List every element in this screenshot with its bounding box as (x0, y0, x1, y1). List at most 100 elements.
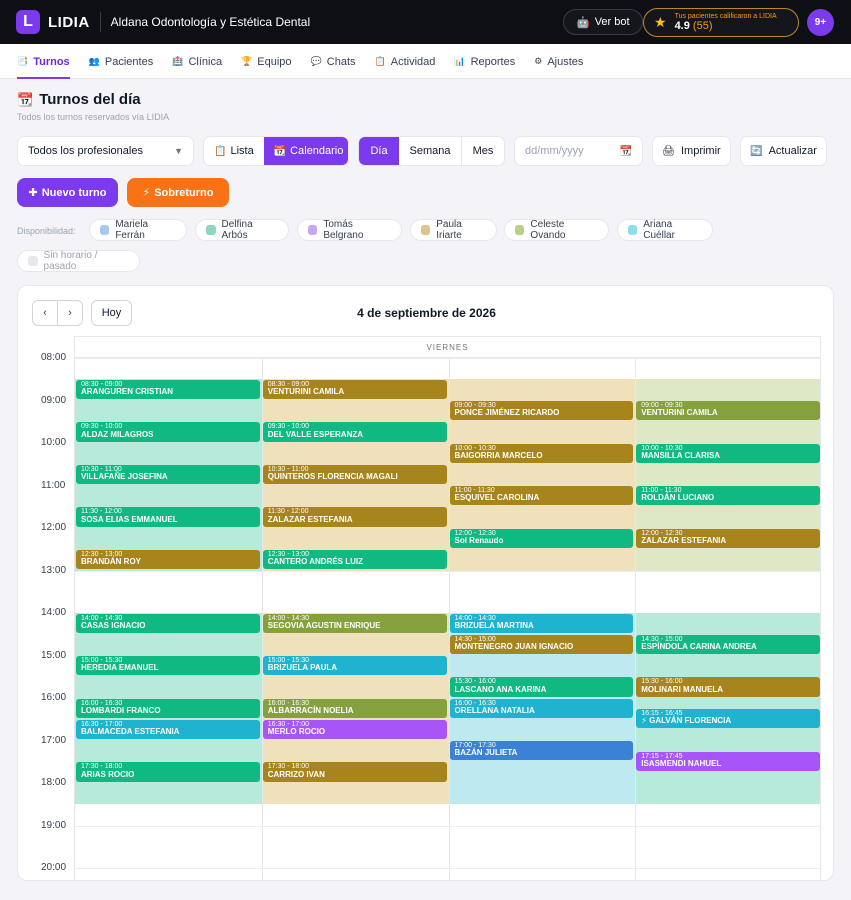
appointment-card[interactable]: 17:00 - 17:30 BAZÁN JULIETA (449, 741, 634, 761)
appointment-card[interactable]: 15:00 - 15:30 HEREDIA EMANUEL (76, 656, 260, 676)
view-calendar-button[interactable]: 📆 Calendario (263, 137, 348, 165)
print-button[interactable]: 🖨 Imprimir (652, 136, 731, 166)
appointment-card[interactable]: 16:30 - 17:00 BALMACEDA ESTEFANIA (76, 719, 260, 739)
view-list-button[interactable]: 📋 Lista (204, 137, 264, 165)
appointment-card[interactable]: 17:30 - 18:00 ARIAS ROCIO (76, 762, 260, 782)
tab-label: Actividad (390, 55, 436, 68)
appointment-card[interactable]: 09:30 - 10:00 DEL VALLE ESPERANZA (262, 422, 447, 442)
appointment-card[interactable]: 09:30 - 10:00 ALDAZ MILAGROS (76, 422, 260, 442)
overbooking-label: Sobreturno (154, 186, 214, 199)
appointment-card[interactable]: 16:15 - 16:45 ⚡ GALVÁN FLORENCIA (636, 709, 820, 729)
appointment-card[interactable]: 10:30 - 11:00 QUINTEROS FLORENCIA MAGALI (262, 464, 447, 484)
range-week-button[interactable]: Semana (399, 137, 461, 165)
tab-turnos[interactable]: 📑 Turnos (17, 44, 70, 79)
date-input[interactable]: dd/mm/yyyy 📆 (514, 136, 643, 166)
appointment-patient: ARIAS ROCIO (81, 769, 135, 779)
appointment-card[interactable]: 10:00 - 10:30 BAIGORRIA MARCELO (449, 443, 634, 463)
new-appointment-button[interactable]: ✚ Nuevo turno (17, 178, 118, 207)
page-title-text: Turnos del día (39, 91, 141, 108)
appointment-card[interactable]: 14:00 - 14:30 BRIZUELA MARTINA (449, 613, 634, 633)
appointment-card[interactable]: 14:00 - 14:30 CASAS IGNACIO (76, 613, 260, 633)
appointment-patient: BAIGORRIA MARCELO (454, 450, 543, 460)
tab-equipo[interactable]: 🏆 Equipo (241, 44, 291, 79)
availability-chip[interactable]: Paula Iriarte (410, 219, 497, 241)
appointment-card[interactable]: 12:30 - 13:00 CANTERO ANDRÉS LUIZ (262, 549, 447, 569)
availability-chip[interactable]: Celeste Ovando (504, 219, 609, 241)
view-toggle: 📋 Lista 📆 Calendario (203, 136, 349, 166)
appointment-card[interactable]: 14:30 - 15:00 MONTENEGRO JUAN IGNACIO (449, 634, 634, 654)
availability-chip[interactable]: Delfina Arbós (195, 219, 289, 241)
rating-badge[interactable]: ★ Tus pacientes calificaron a LIDIA 4.9 … (643, 8, 799, 37)
appointment-card[interactable]: 11:00 - 11:30 ROLDÁN LUCIANO (636, 486, 820, 506)
appointment-card[interactable]: 14:30 - 15:00 ESPÍNDOLA CARINA ANDREA (636, 634, 820, 654)
availability-chip-past[interactable]: Sin horario / pasado (17, 250, 140, 272)
calendar-card: ‹ › Hoy 4 de septiembre de 2026 08:00 09:… (17, 285, 834, 881)
hour-label: 08:00 (41, 352, 67, 363)
hour-label: 14:00 (41, 607, 67, 618)
ver-bot-button[interactable]: 🤖 Ver bot (563, 9, 643, 35)
appointment-card[interactable]: 16:30 - 17:00 MERLO ROCIO (262, 719, 447, 739)
brand-name: LIDIA (48, 13, 90, 31)
range-month-button[interactable]: Mes (461, 137, 504, 165)
page-title: 📆 Turnos del día (17, 91, 141, 108)
appointment-card[interactable]: 16:00 - 16:30 ORELLANA NATALIA (449, 698, 634, 718)
appointment-card[interactable]: 16:00 - 16:30 ALBARRACÍN NOELIA (262, 698, 447, 718)
tab-actividad[interactable]: 📋 Actividad (375, 44, 436, 79)
refresh-button[interactable]: 🔄 Actualizar (740, 136, 827, 166)
tab-clínica[interactable]: 🏥 Clínica (172, 44, 222, 79)
notifications-avatar[interactable]: 9+ (807, 9, 834, 36)
plus-icon: ✚ (28, 187, 38, 199)
appointment-card[interactable]: 15:30 - 16:00 LASCANO ANA KARINA (449, 677, 634, 697)
chevron-down-icon: ▼ (174, 146, 183, 156)
appointment-card[interactable]: 11:00 - 11:30 ESQUIVEL CAROLINA (449, 486, 634, 506)
tab-pacientes[interactable]: 👥 Pacientes (89, 44, 154, 79)
availability-chip[interactable]: Mariela Ferrán (89, 219, 187, 241)
appointment-card[interactable]: 08:30 - 09:00 VENTURINI CAMILA (262, 379, 447, 399)
appointment-patient: CARRIZO IVAN (267, 769, 325, 779)
hour-line (75, 570, 820, 572)
appointment-card[interactable]: 10:00 - 10:30 MANSILLA CLARISA (636, 443, 820, 463)
tab-chats[interactable]: 💬 Chats (311, 44, 356, 79)
calendar-icon: 📆 (17, 91, 34, 107)
availability-chip[interactable]: Tomás Belgrano (297, 219, 402, 241)
overbooking-button[interactable]: ⚡ Sobreturno (127, 178, 229, 207)
hour-line (75, 825, 820, 827)
availability-chip[interactable]: Ariana Cuéllar (617, 219, 713, 241)
appointment-card[interactable]: 11:30 - 12:00 ZALAZAR ESTEFANIA (262, 507, 447, 527)
appointment-card[interactable]: 17:15 - 17:45 ISASMENDI NAHUEL (636, 751, 820, 771)
appointment-patient: MANSILLA CLARISA (641, 450, 721, 460)
tab-ajustes[interactable]: ⚙ Ajustes (534, 44, 583, 79)
view-list-label: Lista (230, 145, 254, 157)
hour-label: 13:00 (41, 564, 67, 576)
hour-label: 16:00 (41, 692, 67, 703)
range-day-button[interactable]: Día (359, 137, 399, 165)
appointment-card[interactable]: 12:30 - 13:00 BRANDÁN ROY (76, 549, 260, 569)
clinic-name: Aldana Odontología y Estética Dental (110, 15, 311, 29)
appointment-patient: BRANDÁN ROY (81, 557, 141, 567)
appointment-card[interactable]: 15:30 - 16:00 MOLINARI MANUELA (636, 677, 820, 697)
appointment-card[interactable]: 10:30 - 11:00 VILLAFAÑE JOSEFINA (76, 464, 260, 484)
appointment-card[interactable]: 17:30 - 18:00 CARRIZO IVAN (262, 762, 447, 782)
appointment-patient: ESQUIVEL CAROLINA (454, 493, 540, 503)
appointment-card[interactable]: 16:00 - 16:30 LOMBARDI FRANCO (76, 698, 260, 718)
appointment-card[interactable]: 12:00 - 12:30 Sol Renaudo (449, 528, 634, 548)
appointment-patient: Sol Renaudo (454, 535, 504, 545)
rating-count: (55) (692, 20, 713, 33)
tab-label: Equipo (257, 55, 292, 68)
users-icon: 👥 (88, 56, 100, 66)
hour-label: 11:00 (41, 479, 66, 491)
appointment-card[interactable]: 12:00 - 12:30 ZALAZAR ESTEFANIA (636, 528, 820, 548)
appointment-patient: BRIZUELA MARTINA (454, 620, 534, 630)
tab-reportes[interactable]: 📊 Reportes (454, 44, 515, 79)
appointment-card[interactable]: 09:00 - 09:30 PONCE JIMÉNEZ RICARDO (449, 401, 634, 421)
appointment-card[interactable]: 14:00 - 14:30 SEGOVIA AGUSTIN ENRIQUE (262, 613, 447, 633)
trophy-icon: 🏆 (241, 56, 253, 66)
appointment-card[interactable]: 15:00 - 15:30 BRIZUELA PAULA (262, 656, 447, 676)
appointment-patient: LOMBARDI FRANCO (81, 705, 161, 715)
date-input-placeholder: dd/mm/yyyy (525, 145, 584, 157)
appointment-card[interactable]: 08:30 - 09:00 ARANGUREN CRISTIAN (76, 379, 260, 399)
professional-select[interactable]: Todos los profesionales ▼ (17, 136, 194, 166)
appointment-card[interactable]: 11:30 - 12:00 SOSA ELIAS EMMANUEL (76, 507, 260, 527)
lidia-logo[interactable]: L (16, 10, 40, 34)
appointment-card[interactable]: 09:00 - 09:30 VENTURINI CAMILA (636, 401, 820, 421)
